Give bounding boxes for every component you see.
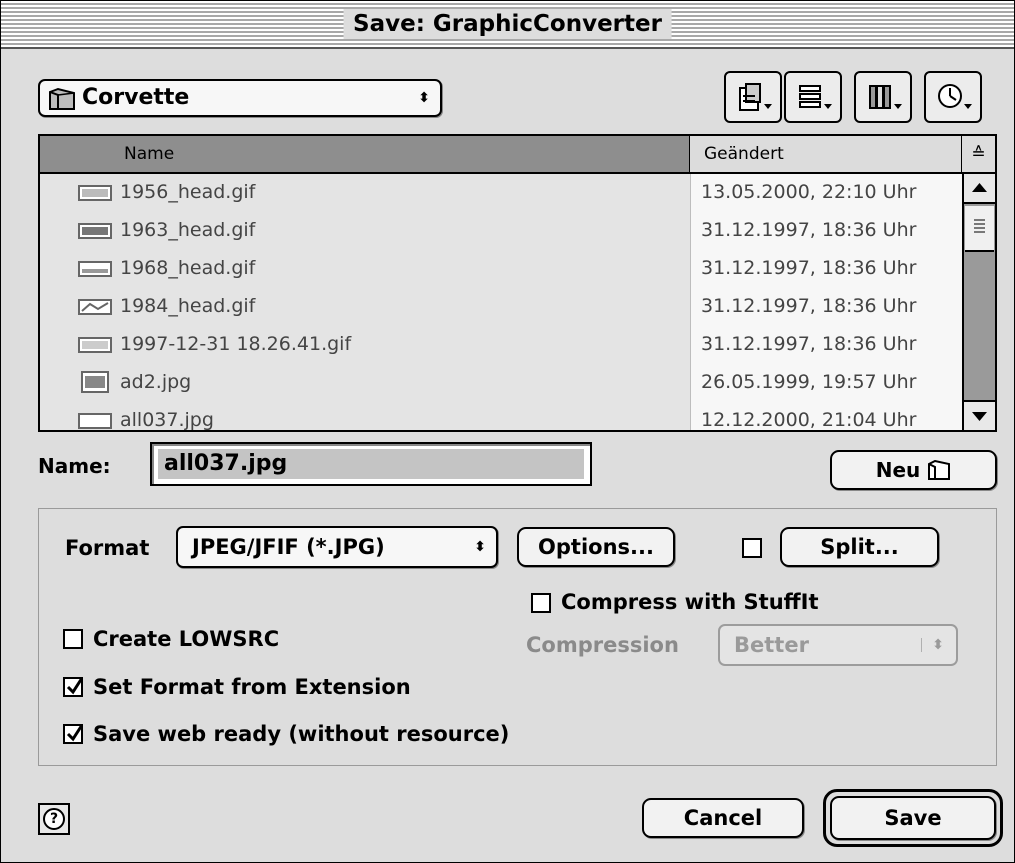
- file-name: all037.jpg: [120, 409, 214, 431]
- format-selected: JPEG/JFIF (*.JPG): [192, 535, 385, 559]
- compress-stuffit-label[interactable]: Compress with StuffIt: [561, 588, 819, 616]
- file-date-cell: 31.12.1997, 18:36 Uhr: [690, 250, 962, 288]
- new-folder-icon: [928, 459, 951, 480]
- file-modified: 31.12.1997, 18:36 Uhr: [701, 219, 917, 241]
- popup-arrows-icon: ⬍: [474, 539, 486, 555]
- file-date-cell: 13.05.2000, 22:10 Uhr: [690, 174, 962, 212]
- compression-label: Compression: [526, 633, 679, 657]
- recent-folders-icon: [799, 85, 832, 109]
- file-modified: 26.05.1999, 19:57 Uhr: [701, 371, 917, 393]
- vertical-scrollbar[interactable]: [962, 174, 995, 430]
- file-date-cell: 31.12.1997, 18:36 Uhr: [690, 212, 962, 250]
- create-lowsrc-label[interactable]: Create LOWSRC: [93, 625, 279, 653]
- folder-popup[interactable]: Corvette ⬍: [38, 79, 442, 117]
- help-icon: ?: [43, 808, 65, 830]
- file-name-cell: 1984_head.gif: [40, 288, 690, 326]
- file-name-cell: all037.jpg: [40, 402, 690, 431]
- gif-file-icon: [78, 261, 112, 277]
- format-popup[interactable]: JPEG/JFIF (*.JPG) ⬍: [176, 526, 498, 568]
- compression-selected: Better: [734, 633, 809, 657]
- jpg-file-icon: [81, 371, 109, 393]
- file-modified: 31.12.1997, 18:36 Uhr: [701, 333, 917, 355]
- file-row[interactable]: all037.jpg 12.12.2000, 21:04 Uhr: [40, 402, 962, 431]
- file-row[interactable]: ad2.jpg 26.05.1999, 19:57 Uhr: [40, 364, 962, 402]
- save-web-ready-label[interactable]: Save web ready (without resource): [93, 720, 509, 748]
- file-name-cell: ad2.jpg: [40, 364, 690, 402]
- folder-icon: [48, 87, 76, 115]
- file-name-cell: 1997-12-31 18.26.41.gif: [40, 326, 690, 364]
- checkmark-icon: [66, 724, 82, 742]
- popup-arrows-icon: ⬍: [921, 638, 944, 652]
- file-date-cell: 31.12.1997, 18:36 Uhr: [690, 288, 962, 326]
- split-button[interactable]: Split...: [780, 527, 939, 567]
- file-date-cell: 12.12.2000, 21:04 Uhr: [690, 402, 962, 431]
- new-folder-label: Neu: [875, 458, 921, 482]
- file-modified: 31.12.1997, 18:36 Uhr: [701, 295, 917, 317]
- name-label: Name:: [38, 454, 111, 478]
- desktop-shortcut-icon: [739, 83, 772, 111]
- file-name-cell: 1968_head.gif: [40, 250, 690, 288]
- set-format-checkbox[interactable]: [63, 677, 83, 697]
- scroll-thumb[interactable]: [965, 206, 994, 252]
- file-list[interactable]: Name Geändert ≙ 1956_head.gif 13.05.2000…: [38, 134, 997, 432]
- scroll-down-arrow[interactable]: [964, 400, 995, 430]
- gif-file-icon: [78, 185, 112, 201]
- favorites-icon: [869, 85, 902, 109]
- scroll-up-arrow[interactable]: [964, 174, 995, 204]
- jpg-file-icon: [78, 413, 112, 429]
- file-modified: 31.12.1997, 18:36 Uhr: [701, 257, 917, 279]
- column-header-modified[interactable]: Geändert: [690, 136, 962, 174]
- file-row[interactable]: 1997-12-31 18.26.41.gif 31.12.1997, 18:3…: [40, 326, 962, 364]
- file-name-cell: 1956_head.gif: [40, 174, 690, 212]
- file-row[interactable]: 1956_head.gif 13.05.2000, 22:10 Uhr: [40, 174, 962, 212]
- recent-items-button[interactable]: [924, 71, 982, 123]
- column-header-name[interactable]: Name: [40, 136, 690, 174]
- file-modified: 12.12.2000, 21:04 Uhr: [701, 409, 917, 431]
- file-row[interactable]: 1984_head.gif 31.12.1997, 18:36 Uhr: [40, 288, 962, 326]
- save-web-ready-checkbox[interactable]: [63, 724, 83, 744]
- cancel-button[interactable]: Cancel: [642, 798, 804, 838]
- checkmark-icon: [66, 677, 82, 695]
- set-format-label[interactable]: Set Format from Extension: [93, 673, 411, 701]
- format-label: Format: [65, 536, 150, 560]
- compress-stuffit-checkbox[interactable]: [531, 593, 551, 613]
- file-date-cell: 31.12.1997, 18:36 Uhr: [690, 326, 962, 364]
- file-date-cell: 26.05.1999, 19:57 Uhr: [690, 364, 962, 402]
- gif-file-icon: [78, 223, 112, 239]
- title-bar[interactable]: Save: GraphicConverter: [1, 1, 1014, 49]
- folder-popup-label: Corvette: [82, 85, 190, 110]
- file-name: 1997-12-31 18.26.41.gif: [120, 333, 352, 355]
- compression-popup: Better ⬍: [718, 624, 958, 666]
- file-name-input[interactable]: all037.jpg: [150, 442, 592, 486]
- split-checkbox[interactable]: [742, 538, 762, 558]
- file-name: ad2.jpg: [120, 371, 192, 393]
- file-name-value: all037.jpg: [164, 451, 288, 476]
- grip-icon: [974, 219, 985, 233]
- file-name: 1968_head.gif: [120, 257, 256, 279]
- file-name: 1963_head.gif: [120, 219, 256, 241]
- window-title: Save: GraphicConverter: [343, 9, 672, 39]
- save-button[interactable]: Save: [830, 796, 996, 840]
- new-folder-button[interactable]: Neu: [830, 450, 997, 490]
- gif-file-icon: [78, 337, 112, 353]
- gif-file-icon: [78, 299, 112, 315]
- file-name: 1956_head.gif: [120, 181, 256, 203]
- create-lowsrc-checkbox[interactable]: [63, 629, 83, 649]
- file-modified: 13.05.2000, 22:10 Uhr: [701, 181, 917, 203]
- file-row[interactable]: 1968_head.gif 31.12.1997, 18:36 Uhr: [40, 250, 962, 288]
- recent-items-icon: [938, 84, 972, 109]
- options-button[interactable]: Options...: [517, 527, 675, 567]
- favorites-button[interactable]: [854, 71, 912, 123]
- sort-order-button[interactable]: ≙: [962, 136, 995, 174]
- save-dialog: Save: GraphicConverter Corvette ⬍ Name G…: [0, 0, 1015, 863]
- file-name-cell: 1963_head.gif: [40, 212, 690, 250]
- help-button[interactable]: ?: [38, 803, 70, 835]
- file-row[interactable]: 1963_head.gif 31.12.1997, 18:36 Uhr: [40, 212, 962, 250]
- recent-folders-button[interactable]: [784, 71, 842, 123]
- up-arrow-icon: [972, 183, 987, 192]
- down-arrow-icon: [972, 412, 987, 421]
- file-name: 1984_head.gif: [120, 295, 256, 317]
- popup-arrows-icon: ⬍: [418, 90, 430, 106]
- desktop-shortcut-button[interactable]: [724, 71, 782, 123]
